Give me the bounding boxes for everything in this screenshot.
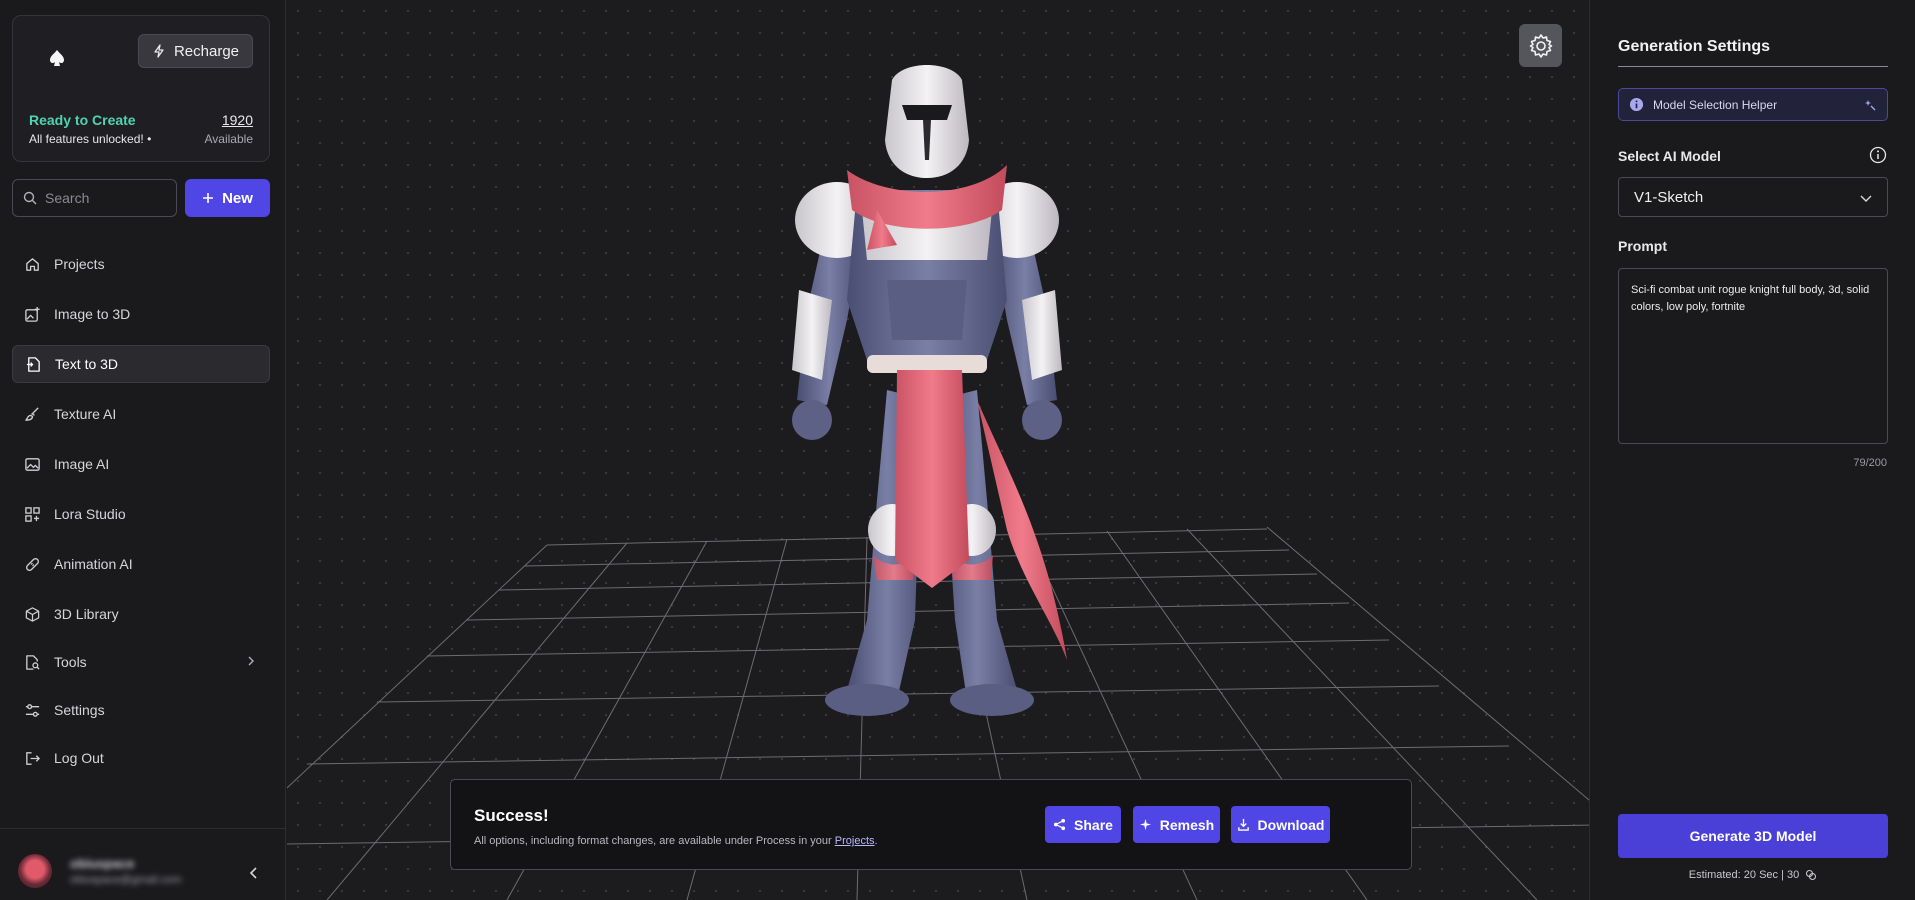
recharge-label: Recharge [173,42,240,60]
app-logo-icon[interactable] [39,40,75,76]
sidebar-item-settings[interactable]: Settings [12,691,270,729]
new-label: New [222,189,253,207]
success-toast: Success! All options, including format c… [450,779,1412,870]
sidebar-item-label: Tools [54,654,87,670]
sidebar-item-image-to-3d[interactable]: Image to 3D [12,295,270,333]
toast-message-end: . [874,835,878,847]
collapse-sidebar-icon[interactable] [248,865,260,881]
sliders-icon [25,703,40,717]
model-selection-helper[interactable]: Model Selection Helper [1618,88,1888,121]
sidebar-item-lora-studio[interactable]: Lora Studio [12,495,270,533]
sidebar-item-label: Texture AI [54,406,117,422]
prompt-textarea[interactable]: Sci-fi combat unit rogue knight full bod… [1618,268,1888,444]
download-button[interactable]: Download [1231,806,1330,843]
credits-label: Available [204,132,253,146]
sidebar-item-tools[interactable]: Tools [12,643,270,681]
share-button[interactable]: Share [1045,806,1121,843]
share-icon [1053,818,1066,831]
model-select[interactable]: V1-Sketch [1618,177,1888,217]
user-email: obiuspace@gmail.com [70,874,182,886]
generation-settings-panel: Generation Settings Model Selection Help… [1589,0,1915,900]
search-box[interactable] [12,179,177,217]
sidebar-nav: Projects Image to 3D Text to 3D Texture … [12,245,270,789]
info-icon[interactable] [1869,146,1887,164]
estimate-text: Estimated: 20 Sec | 30 [1688,869,1800,881]
panel-title: Generation Settings [1618,38,1771,55]
sidebar-item-label: Image to 3D [54,306,131,322]
model-label: Select AI Model [1618,148,1721,164]
sidebar-item-label: Settings [54,702,105,718]
credits-count[interactable]: 1920 [222,112,253,128]
generate-label: Generate 3D Model [1689,828,1817,844]
status-title: Ready to Create [29,112,136,128]
sidebar-item-texture-ai[interactable]: Texture AI [12,395,270,433]
chevron-right-icon [248,656,254,666]
image-icon [25,457,40,471]
sidebar-item-label: Image AI [54,456,110,472]
home-icon [26,257,39,271]
toast-message: All options, including format changes, a… [474,835,878,847]
helper-label: Model Selection Helper [1653,97,1778,112]
sidebar-item-log-out[interactable]: Log Out [12,739,270,777]
prompt-label: Prompt [1618,238,1667,254]
gear-icon [1529,33,1552,58]
brush-icon [25,406,39,421]
search-input[interactable] [45,190,165,206]
recharge-button[interactable]: Recharge [138,34,253,68]
title-divider [1618,66,1888,67]
sidebar-item-text-to-3d[interactable]: Text to 3D [12,345,270,383]
toast-title: Success! [474,806,549,825]
sparkle-icon [1139,818,1151,831]
user-name: obiuspace [70,856,135,871]
sidebar-item-label: Log Out [54,750,104,766]
logout-icon [26,751,41,765]
sidebar-item-projects[interactable]: Projects [12,245,270,283]
download-label: Download [1257,816,1325,833]
plus-icon [203,193,214,203]
coins-icon [1806,869,1817,881]
grid-icon [25,506,40,522]
sidebar: Recharge Ready to Create All features un… [0,0,286,900]
remesh-label: Remesh [1159,816,1215,833]
model-select-value: V1-Sketch [1634,188,1704,206]
sidebar-item-label: Animation AI [54,556,133,572]
user-bar: obiuspace obiuspace@gmail.com [0,828,286,900]
3d-viewport[interactable]: Success! All options, including format c… [287,0,1589,900]
prompt-char-counter: 79/200 [1853,457,1887,469]
sidebar-item-label: Lora Studio [54,506,126,522]
estimate-info: Estimated: 20 Sec | 30 [1618,869,1888,881]
bandage-icon [26,557,39,571]
sparkle-icon [1865,100,1876,111]
search-icon [23,191,37,205]
download-icon [1237,818,1249,831]
file-search-icon [26,654,40,670]
sidebar-item-animation-ai[interactable]: Animation AI [12,545,270,583]
status-subtitle: All features unlocked! • [29,132,152,146]
projects-link[interactable]: Projects [835,835,875,847]
sidebar-item-label: Text to 3D [55,356,119,372]
sidebar-item-label: Projects [54,256,105,272]
file-text-icon [26,356,40,372]
viewport-settings-button[interactable] [1519,24,1562,67]
lightning-icon [154,44,164,58]
info-filled-icon [1629,97,1644,112]
avatar[interactable] [18,854,52,888]
sidebar-item-image-ai[interactable]: Image AI [12,445,270,483]
chevron-down-icon [1860,195,1872,202]
image-plus-icon [25,306,40,322]
sidebar-item-3d-library[interactable]: 3D Library [12,595,270,633]
toast-message-text: All options, including format changes, a… [474,835,835,847]
3d-model-knight[interactable] [737,60,1117,740]
share-label: Share [1074,816,1113,833]
credits-card: Recharge Ready to Create All features un… [12,15,270,162]
generate-3d-model-button[interactable]: Generate 3D Model [1618,814,1888,858]
sidebar-item-label: 3D Library [54,606,119,622]
remesh-button[interactable]: Remesh [1133,806,1220,843]
cube-icon [25,606,40,622]
new-button[interactable]: New [185,179,270,217]
